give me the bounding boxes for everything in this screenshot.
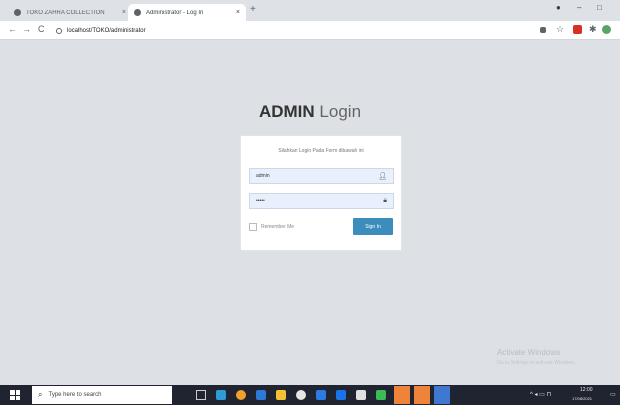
- profile-avatar-icon[interactable]: [602, 25, 611, 34]
- browser-toolbar: ← → C localhost/TOKO/administrator ☆ ✱: [0, 21, 620, 40]
- globe-icon: [134, 9, 141, 16]
- remember-me[interactable]: Remember Me: [249, 223, 294, 231]
- firefox-icon[interactable]: [236, 390, 246, 400]
- heading-light: Login: [319, 102, 362, 121]
- clock-time[interactable]: 12:00: [580, 387, 593, 393]
- back-button[interactable]: ←: [8, 24, 17, 34]
- edge-icon[interactable]: [256, 390, 266, 400]
- remember-label: Remember Me: [261, 224, 295, 230]
- tab-toko-zahra[interactable]: TOKO ZAHRA COLLECTION ×: [8, 4, 132, 21]
- minimize-button[interactable]: –: [577, 3, 581, 12]
- username-value: admin: [256, 173, 270, 179]
- chrome-icon[interactable]: [394, 386, 410, 404]
- file-explorer-icon[interactable]: [276, 390, 286, 400]
- tab-title: Administrator - Log In: [146, 9, 204, 16]
- tab-title: TOKO ZAHRA COLLECTION: [26, 9, 105, 16]
- windows-taskbar: ⌕ Type here to search ^ ◂ ▭ ⊓ 12:00 17/0…: [0, 385, 620, 405]
- forward-button[interactable]: →: [22, 24, 31, 34]
- username-field[interactable]: admin 👤︎: [249, 168, 394, 184]
- browser-tab-strip: TOKO ZAHRA COLLECTION × Administrator - …: [0, 0, 620, 21]
- user-icon: 👤︎: [378, 173, 387, 180]
- vscode-icon[interactable]: [336, 390, 346, 400]
- activate-windows-title: Activate Windows: [497, 348, 561, 357]
- address-bar[interactable]: localhost/TOKO/administrator: [56, 24, 511, 37]
- login-card: Silahkan Login Pada Form dibawah ini adm…: [240, 135, 402, 251]
- word-icon[interactable]: [434, 386, 450, 404]
- xampp-icon[interactable]: [414, 386, 430, 404]
- mail-icon[interactable]: [316, 390, 326, 400]
- url-text: localhost/TOKO/administrator: [67, 27, 146, 34]
- reload-button[interactable]: C: [38, 24, 45, 34]
- red-extension-icon[interactable]: [573, 25, 582, 34]
- sign-in-button[interactable]: Sign In: [353, 218, 393, 235]
- login-heading: ADMIN Login: [0, 102, 620, 122]
- taskbar-app-icon[interactable]: [216, 390, 226, 400]
- notifications-icon[interactable]: ▭: [610, 391, 616, 398]
- password-field[interactable]: ••••• 🔒︎: [249, 193, 394, 209]
- remember-checkbox[interactable]: [249, 223, 257, 231]
- clock-date[interactable]: 17/08/2021: [572, 396, 592, 401]
- lock-icon: 🔒︎: [383, 197, 387, 204]
- site-info-icon[interactable]: [56, 27, 62, 34]
- store-icon[interactable]: [296, 390, 306, 400]
- system-tray-icons[interactable]: ^ ◂ ▭ ⊓: [530, 391, 551, 398]
- search-placeholder: Type here to search: [48, 392, 102, 398]
- close-tab-icon[interactable]: ×: [236, 9, 240, 16]
- profile-dot-icon[interactable]: ●: [556, 3, 561, 12]
- heading-bold: ADMIN: [258, 102, 315, 121]
- page-viewport: ADMIN Login Silahkan Login Pada Form dib…: [0, 40, 620, 385]
- app-icon[interactable]: [376, 390, 386, 400]
- key-icon[interactable]: [540, 27, 546, 33]
- login-prompt: Silahkan Login Pada Form dibawah ini: [278, 148, 364, 154]
- globe-icon: [14, 9, 21, 16]
- puzzle-icon[interactable]: ✱: [589, 24, 597, 35]
- new-tab-button[interactable]: +: [250, 4, 256, 15]
- tab-administrator-login[interactable]: Administrator - Log In ×: [128, 4, 246, 21]
- maximize-button[interactable]: □: [597, 3, 602, 12]
- close-tab-icon[interactable]: ×: [122, 9, 126, 16]
- search-icon: ⌕: [38, 390, 43, 399]
- activate-windows-subtitle: Go to Settings to activate Windows.: [497, 360, 576, 366]
- star-icon[interactable]: ☆: [556, 24, 564, 35]
- windows-start-icon[interactable]: [10, 390, 20, 400]
- task-view-icon[interactable]: [196, 390, 206, 400]
- app-icon[interactable]: [356, 390, 366, 400]
- taskbar-search-box[interactable]: ⌕ Type here to search: [32, 386, 172, 404]
- password-value: •••••: [256, 198, 265, 204]
